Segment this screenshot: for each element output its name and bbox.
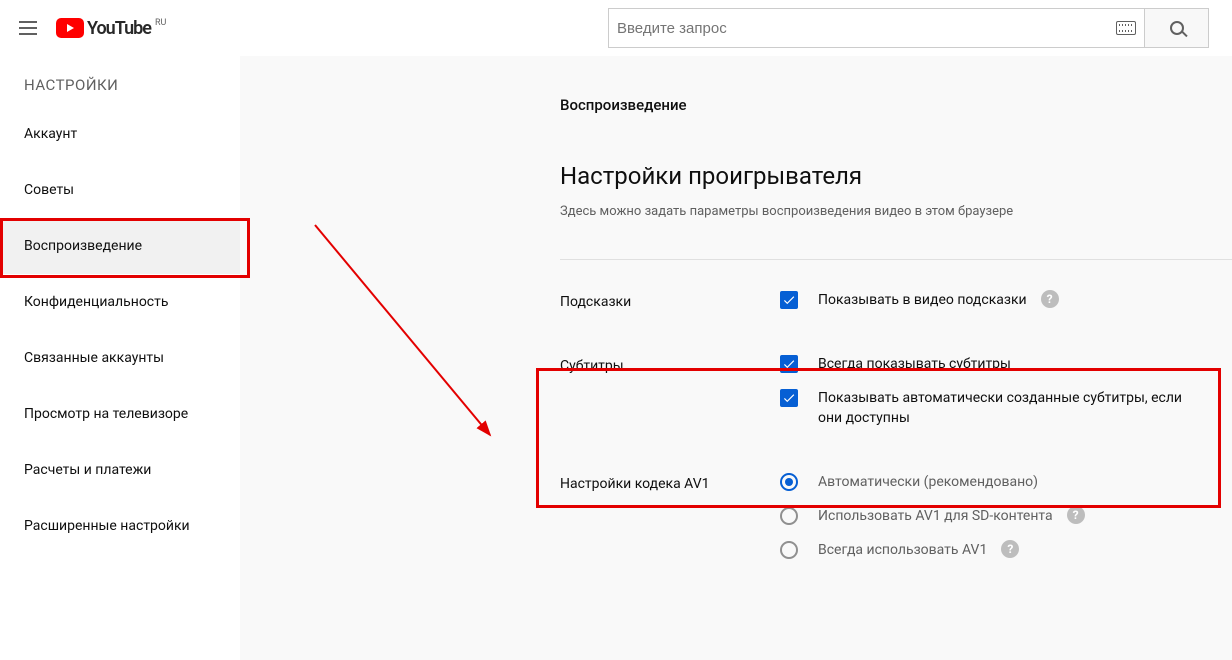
sidebar-item-label: Связанные аккаунты — [24, 350, 164, 366]
page-subtitle: Здесь можно задать параметры воспроизвед… — [560, 204, 1232, 219]
logo-text: YouTube — [87, 18, 151, 39]
av1-auto-radio[interactable] — [780, 473, 798, 491]
help-icon[interactable]: ? — [1001, 540, 1019, 558]
sidebar-item-billing[interactable]: Расчеты и платежи — [0, 442, 240, 498]
search-box — [608, 8, 1144, 48]
sidebar-item-account[interactable]: Аккаунт — [0, 106, 240, 162]
av1-always-radio[interactable] — [780, 541, 798, 559]
check-icon — [782, 293, 796, 307]
search-button[interactable] — [1144, 8, 1209, 48]
menu-icon[interactable] — [16, 16, 40, 40]
sidebar-item-label: Советы — [24, 182, 74, 198]
subtitles-always-text: Всегда показывать субтитры — [818, 354, 1011, 374]
av1-sd-radio[interactable] — [780, 507, 798, 525]
help-icon[interactable]: ? — [1041, 290, 1059, 308]
check-icon — [782, 357, 796, 371]
sidebar-item-label: Аккаунт — [24, 126, 77, 142]
divider — [560, 259, 1232, 260]
sidebar-item-label: Расчеты и платежи — [24, 462, 151, 478]
sidebar-item-label: Просмотр на телевизоре — [24, 406, 188, 422]
check-icon — [782, 391, 796, 405]
search-input[interactable] — [617, 20, 1116, 37]
av1-sd-text: Использовать AV1 для SD-контента — [818, 506, 1053, 526]
sidebar-item-label: Конфиденциальность — [24, 294, 168, 310]
page-title: Настройки проигрывателя — [560, 162, 1232, 190]
sidebar-item-playback[interactable]: Воспроизведение — [0, 218, 240, 274]
sidebar-item-tv[interactable]: Просмотр на телевизоре — [0, 386, 240, 442]
logo-region: RU — [155, 18, 166, 28]
help-icon[interactable]: ? — [1067, 506, 1085, 524]
sidebar-item-advanced[interactable]: Расширенные настройки — [0, 498, 240, 554]
breadcrumb: Воспроизведение — [560, 96, 1232, 114]
sidebar-item-label: Расширенные настройки — [24, 518, 190, 534]
hints-label: Подсказки — [560, 290, 780, 324]
search-icon — [1170, 21, 1184, 35]
sidebar-item-label: Воспроизведение — [24, 238, 142, 254]
av1-always-text: Всегда использовать AV1 — [818, 540, 987, 560]
hints-checkbox[interactable] — [780, 291, 798, 309]
sidebar-title: НАСТРОЙКИ — [0, 64, 240, 106]
subtitles-auto-text: Показывать автоматически созданные субти… — [818, 388, 1208, 428]
subtitles-always-checkbox[interactable] — [780, 355, 798, 373]
sidebar-item-tips[interactable]: Советы — [0, 162, 240, 218]
play-icon — [56, 18, 84, 38]
av1-auto-text: Автоматически (рекомендовано) — [818, 472, 1038, 492]
keyboard-icon[interactable] — [1116, 21, 1136, 35]
av1-label: Настройки кодека AV1 — [560, 472, 780, 574]
hints-text: Показывать в видео подсказки — [818, 290, 1027, 310]
subtitles-label: Субтитры — [560, 354, 780, 442]
subtitles-auto-checkbox[interactable] — [780, 389, 798, 407]
sidebar-item-connected[interactable]: Связанные аккаунты — [0, 330, 240, 386]
sidebar-item-privacy[interactable]: Конфиденциальность — [0, 274, 240, 330]
youtube-logo[interactable]: YouTube RU — [56, 18, 166, 39]
